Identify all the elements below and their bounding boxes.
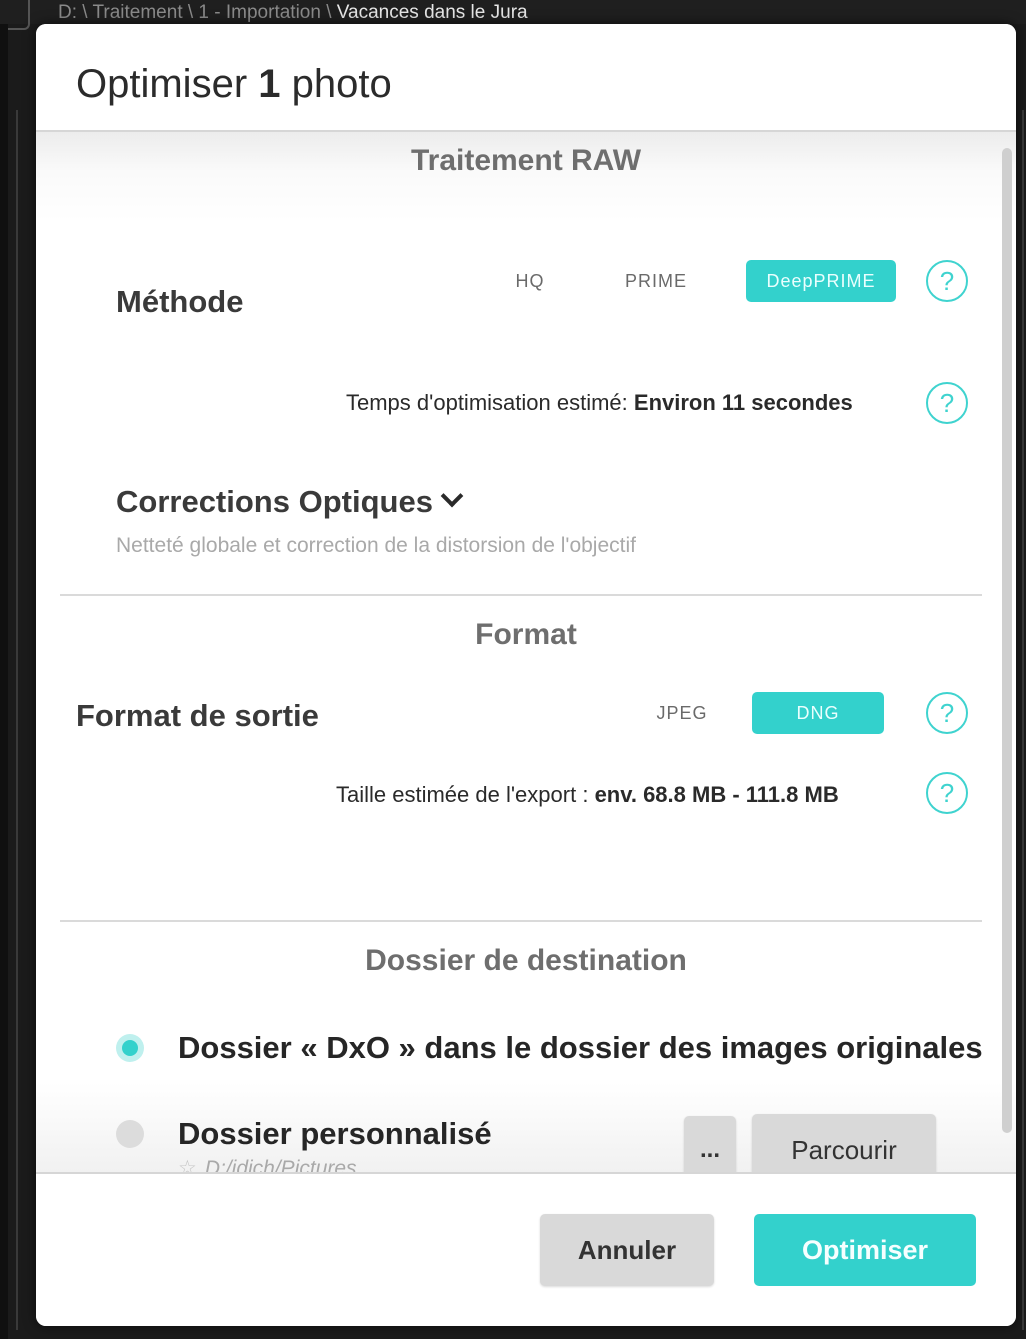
corrections-label: Corrections Optiques bbox=[116, 484, 433, 519]
radio-dxo-folder-label[interactable]: Dossier « DxO » dans le dossier des imag… bbox=[178, 1030, 983, 1066]
breadcrumb-bar: D: \ Traitement \ 1 - Importation \ Vaca… bbox=[0, 0, 1026, 30]
size-help-icon[interactable]: ? bbox=[926, 772, 968, 814]
dialog-title-suffix: photo bbox=[280, 62, 392, 106]
dialog-header: Optimiser 1 photo bbox=[36, 24, 1016, 132]
format-option-jpeg[interactable]: JPEG bbox=[642, 692, 722, 734]
estimate-help-icon[interactable]: ? bbox=[926, 382, 968, 424]
section-title-destination: Dossier de destination bbox=[365, 944, 687, 977]
divider-raw-format bbox=[60, 594, 982, 596]
method-help-icon[interactable]: ? bbox=[926, 260, 968, 302]
section-title-raw: Traitement RAW bbox=[410, 144, 642, 177]
format-option-dng[interactable]: DNG bbox=[752, 692, 884, 734]
radio-custom-folder[interactable] bbox=[116, 1120, 144, 1148]
radio-custom-folder-label[interactable]: Dossier personnalisé bbox=[178, 1116, 492, 1152]
corrections-toggle[interactable]: Corrections Optiques bbox=[116, 484, 433, 520]
breadcrumb-corner bbox=[8, 0, 30, 30]
size-label: Taille estimée de l'export : bbox=[336, 782, 589, 807]
breadcrumb-current[interactable]: Vacances dans le Jura bbox=[337, 2, 528, 23]
dialog-footer: Annuler Optimiser bbox=[36, 1172, 1016, 1326]
section-title-format: Format bbox=[475, 618, 577, 651]
dialog-title-count: 1 bbox=[258, 62, 281, 106]
optimize-button[interactable]: Optimiser bbox=[754, 1214, 976, 1286]
chevron-down-icon[interactable] bbox=[440, 484, 464, 508]
format-help-icon[interactable]: ? bbox=[926, 692, 968, 734]
dialog-body[interactable]: Traitement RAW Méthode HQ PRIME DeepPRIM… bbox=[36, 132, 1016, 1186]
estimate-line: Temps d'optimisation estimé: Environ 11 … bbox=[346, 390, 853, 416]
breadcrumb-path: D: \ Traitement \ 1 - Importation \ bbox=[58, 2, 337, 23]
corrections-description: Netteté globale et correction de la dist… bbox=[116, 534, 636, 557]
method-label: Méthode bbox=[116, 284, 244, 319]
method-option-hq[interactable]: HQ bbox=[500, 260, 560, 302]
size-value: env. 68.8 MB - 111.8 MB bbox=[594, 782, 839, 807]
breadcrumb: D: \ Traitement \ 1 - Importation \ Vaca… bbox=[58, 2, 528, 24]
backdrop-divider-right bbox=[1022, 110, 1024, 1330]
method-option-deepprime[interactable]: DeepPRIME bbox=[746, 260, 896, 302]
radio-dxo-folder[interactable] bbox=[116, 1034, 144, 1062]
optimize-dialog: Optimiser 1 photo Traitement RAW Méthode… bbox=[36, 24, 1016, 1326]
estimate-value: Environ 11 secondes bbox=[633, 390, 853, 415]
method-option-prime[interactable]: PRIME bbox=[610, 260, 702, 302]
dialog-title-prefix: Optimiser bbox=[76, 62, 259, 106]
cancel-button[interactable]: Annuler bbox=[540, 1214, 714, 1286]
estimate-label: Temps d'optimisation estimé: bbox=[346, 390, 628, 415]
size-line: Taille estimée de l'export : env. 68.8 M… bbox=[336, 782, 839, 808]
dialog-title: Optimiser 1 photo bbox=[76, 62, 392, 107]
output-format-label: Format de sortie bbox=[76, 698, 319, 733]
divider-format-destination bbox=[60, 920, 982, 922]
backdrop-divider-left bbox=[16, 110, 18, 1330]
app-left-strip bbox=[0, 0, 8, 1339]
